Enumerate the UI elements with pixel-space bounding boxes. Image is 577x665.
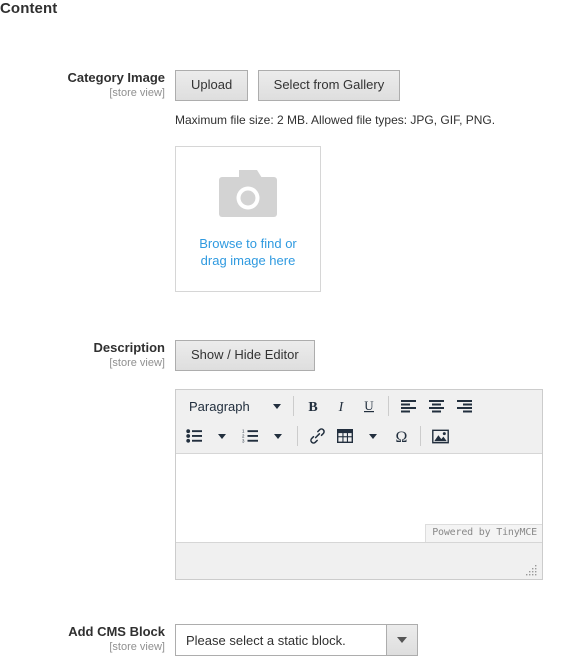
cms-block-control: Please select a static block. [175, 624, 577, 656]
toolbar-separator [388, 396, 389, 416]
show-hide-editor-button[interactable]: Show / Hide Editor [175, 340, 315, 371]
dropzone-text-line2: drag image here [200, 253, 296, 268]
editor-toolbar: Paragraph B I U 1 2 3 Ω [176, 390, 542, 454]
field-add-cms-block: Add CMS Block [store view] Please select… [0, 624, 577, 656]
align-left-icon[interactable] [394, 393, 422, 419]
chevron-down-icon [218, 433, 226, 439]
category-image-label-group: Category Image [store view] [0, 70, 175, 100]
description-scope: [store view] [109, 357, 165, 369]
editor-toolbar-row-1: Paragraph B I U [176, 391, 542, 421]
svg-text:3: 3 [242, 438, 245, 443]
bullet-list-chevron-down-icon[interactable] [208, 423, 236, 449]
format-select-value: Paragraph [189, 398, 250, 414]
numbered-list-chevron-down-icon[interactable] [264, 423, 292, 449]
editor-toolbar-row-2: 1 2 3 Ω [176, 421, 542, 451]
upload-button[interactable]: Upload [175, 70, 249, 101]
field-description: Description [store view] Show / Hide Edi… [0, 340, 577, 580]
chevron-down-icon[interactable] [386, 625, 417, 655]
chevron-down-icon [273, 403, 281, 409]
dropzone-text: Browse to find or drag image here [199, 235, 297, 269]
cms-block-select[interactable]: Please select a static block. [175, 624, 418, 656]
cms-block-label-group: Add CMS Block [store view] [0, 624, 175, 654]
cms-block-select-value: Please select a static block. [176, 625, 386, 655]
description-label-group: Description [store view] [0, 340, 175, 370]
camera-icon [219, 169, 277, 217]
description-control: Show / Hide Editor Paragraph B I U 1 2 3… [175, 340, 577, 580]
insert-image-icon[interactable] [426, 423, 454, 449]
content-section-page: Content Category Image [store view] Uplo… [0, 0, 577, 665]
file-requirements-note: Maximum file size: 2 MB. Allowed file ty… [175, 113, 496, 127]
underline-icon[interactable]: U [355, 393, 383, 419]
cms-block-scope: [store view] [109, 641, 165, 653]
table-chevron-down-icon[interactable] [359, 423, 387, 449]
cms-block-label: Add CMS Block [68, 624, 165, 639]
format-select[interactable]: Paragraph [180, 393, 288, 419]
category-image-scope: [store view] [109, 87, 165, 99]
italic-icon[interactable]: I [327, 393, 355, 419]
toolbar-separator [420, 426, 421, 446]
image-dropzone[interactable]: Browse to find or drag image here [175, 146, 321, 292]
svg-text:Ω: Ω [395, 429, 407, 445]
page-title: Content [0, 0, 58, 17]
description-label: Description [93, 340, 165, 355]
select-from-gallery-button[interactable]: Select from Gallery [257, 70, 401, 101]
align-right-icon[interactable] [450, 393, 478, 419]
svg-text:B: B [308, 400, 317, 414]
table-icon[interactable] [331, 423, 359, 449]
field-category-image: Category Image [store view] Upload Selec… [0, 70, 577, 292]
wysiwyg-editor: Paragraph B I U 1 2 3 Ω Powered by TinyM… [175, 389, 543, 580]
dropzone-text-line1: Browse to find or [199, 236, 297, 251]
editor-statusbar [176, 542, 542, 579]
bullet-list-icon[interactable] [180, 423, 208, 449]
align-center-icon[interactable] [422, 393, 450, 419]
category-image-label: Category Image [67, 70, 165, 85]
chevron-down-icon [369, 433, 377, 439]
bold-icon[interactable]: B [299, 393, 327, 419]
svg-text:I: I [338, 400, 345, 414]
svg-text:U: U [364, 398, 374, 413]
link-icon[interactable] [303, 423, 331, 449]
tinymce-branding: Powered by TinyMCE [425, 524, 542, 542]
toolbar-separator [297, 426, 298, 446]
special-character-icon[interactable]: Ω [387, 423, 415, 449]
toolbar-separator [293, 396, 294, 416]
editor-content-area[interactable]: Powered by TinyMCE [176, 454, 542, 542]
chevron-down-icon [274, 433, 282, 439]
category-image-control: Upload Select from Gallery Maximum file … [175, 70, 577, 292]
editor-resize-handle[interactable] [526, 563, 538, 576]
numbered-list-icon[interactable]: 1 2 3 [236, 423, 264, 449]
